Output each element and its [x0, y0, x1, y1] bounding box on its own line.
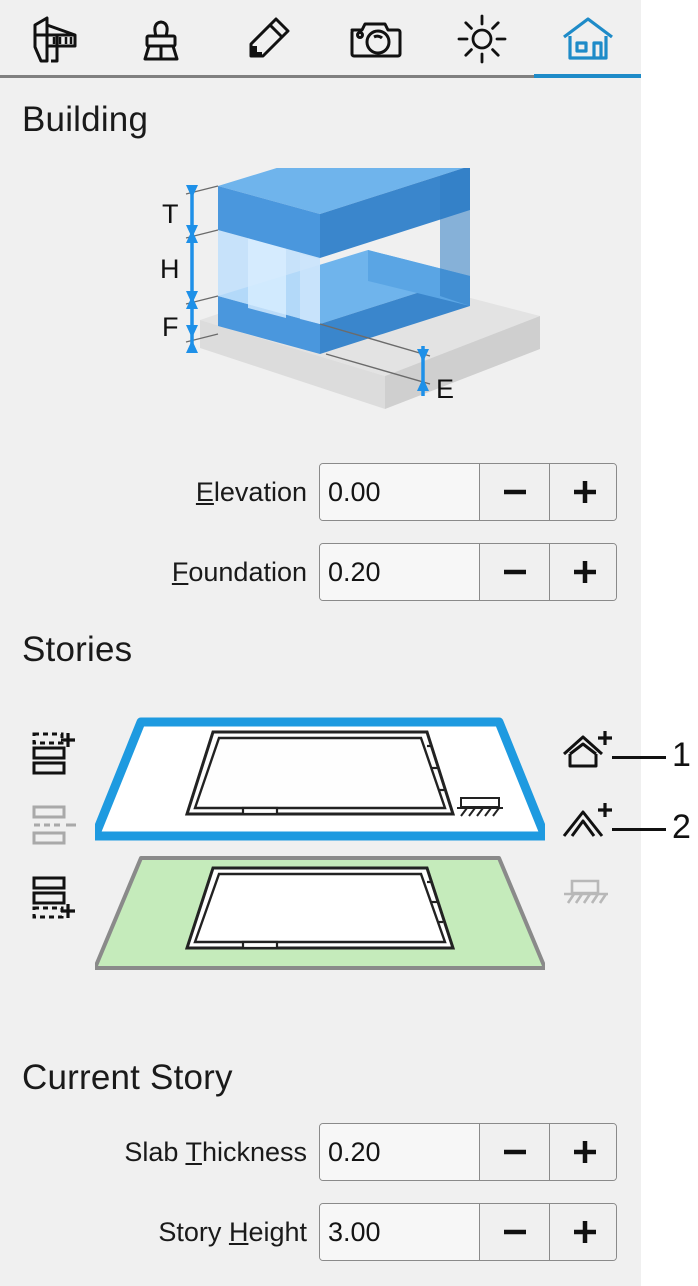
- minus-icon: [503, 1229, 526, 1235]
- roof-callout-number: 1: [672, 736, 691, 774]
- story-height-spinner[interactable]: 3.00: [319, 1203, 617, 1261]
- svg-text:T: T: [162, 199, 179, 229]
- add-roof-button[interactable]: [560, 728, 614, 783]
- stories-heading: Stories: [22, 630, 133, 669]
- elevation-label-text: levation: [213, 477, 307, 507]
- story-stack-diagram: [90, 710, 550, 980]
- slab-thickness-decrement-button[interactable]: [479, 1124, 549, 1180]
- active-tab-indicator: [534, 74, 641, 78]
- tab-draw[interactable]: [214, 0, 321, 78]
- insert-story-above-icon: [32, 732, 75, 775]
- tab-paint[interactable]: [107, 0, 214, 78]
- story-height-label-post: eight: [248, 1217, 307, 1247]
- insert-story-above-button[interactable]: [30, 730, 80, 783]
- tab-camera[interactable]: [321, 0, 428, 78]
- elevation-label: Elevation: [196, 463, 307, 521]
- minus-icon: [503, 1149, 526, 1155]
- elevation-label-accel: E: [195, 477, 214, 507]
- slab-thickness-input[interactable]: 0.20: [320, 1124, 479, 1180]
- building-dimension-diagram: T H F E: [140, 140, 540, 450]
- insert-story-below-button[interactable]: [30, 875, 80, 928]
- tool-tabs-toolbar: [0, 0, 641, 78]
- svg-text:H: H: [160, 254, 180, 284]
- pencil-icon: [241, 13, 295, 65]
- slab-thickness-spinner[interactable]: 0.20: [319, 1123, 617, 1181]
- foundation-spinner[interactable]: 0.20: [319, 543, 617, 601]
- add-gable-roof-button[interactable]: [560, 800, 614, 855]
- plus-icon: [573, 561, 596, 583]
- elevation-increment-button[interactable]: [549, 464, 616, 520]
- elevation-decrement-button[interactable]: [479, 464, 549, 520]
- add-gable-roof-icon: [562, 803, 612, 837]
- tab-building[interactable]: [534, 0, 641, 78]
- svg-text:E: E: [436, 374, 454, 404]
- brush-icon: [135, 13, 187, 65]
- plus-icon: [573, 1141, 596, 1163]
- foundation-increment-button[interactable]: [549, 544, 616, 600]
- plus-icon: [573, 1221, 596, 1243]
- foundation-row: Foundation 0.20: [0, 543, 617, 601]
- story-height-decrement-button[interactable]: [479, 1204, 549, 1260]
- gable-callout-number: 2: [672, 808, 691, 846]
- slab-thickness-increment-button[interactable]: [549, 1124, 616, 1180]
- sun-icon: [456, 13, 508, 65]
- camera-icon: [348, 16, 402, 62]
- story-plate-top: [90, 717, 550, 841]
- stories-editor: 1 2: [0, 700, 698, 990]
- foundation-label: Foundation: [172, 543, 307, 601]
- foundation-label-accel: F: [171, 557, 189, 587]
- svg-text:F: F: [162, 312, 179, 342]
- foundation-decrement-button[interactable]: [479, 544, 549, 600]
- slab-thickness-label-post: hickness: [201, 1137, 307, 1167]
- elevation-row: Elevation 0.00: [0, 463, 617, 521]
- foundation-input[interactable]: 0.20: [320, 544, 479, 600]
- caliper-icon: [25, 13, 83, 65]
- insert-story-below-icon: [32, 876, 75, 919]
- story-height-label-accel: H: [228, 1217, 249, 1247]
- foundation-hatch-icon: [564, 879, 608, 904]
- slab-thickness-row: Slab Thickness 0.20: [0, 1123, 617, 1181]
- story-height-label: Story Height: [158, 1203, 307, 1261]
- minus-icon: [503, 569, 526, 575]
- plus-icon: [573, 481, 596, 503]
- elevation-spinner[interactable]: 0.00: [319, 463, 617, 521]
- roof-leader-line: [612, 756, 666, 759]
- story-height-label-pre: Story: [158, 1217, 229, 1247]
- elevation-input[interactable]: 0.00: [320, 464, 479, 520]
- slab-thickness-label-accel: T: [185, 1137, 202, 1167]
- gable-leader-line: [612, 828, 666, 831]
- story-height-increment-button[interactable]: [549, 1204, 616, 1260]
- minus-icon: [503, 489, 526, 495]
- building-heading: Building: [22, 100, 149, 139]
- tab-measure[interactable]: [0, 0, 107, 78]
- story-plate-bottom: [93, 856, 547, 970]
- tab-sun[interactable]: [428, 0, 535, 78]
- slab-thickness-label-pre: Slab: [124, 1137, 186, 1167]
- merge-stories-button[interactable]: [30, 803, 80, 856]
- slab-thickness-label: Slab Thickness: [124, 1123, 307, 1181]
- foundation-toggle-button[interactable]: [560, 875, 614, 920]
- merge-stories-icon: [32, 805, 76, 845]
- house-icon: [560, 15, 616, 63]
- foundation-label-text: oundation: [188, 557, 307, 587]
- current-story-heading: Current Story: [22, 1058, 233, 1097]
- story-height-row: Story Height 3.00: [0, 1203, 617, 1261]
- add-roof-icon: [562, 731, 612, 768]
- story-height-input[interactable]: 3.00: [320, 1204, 479, 1260]
